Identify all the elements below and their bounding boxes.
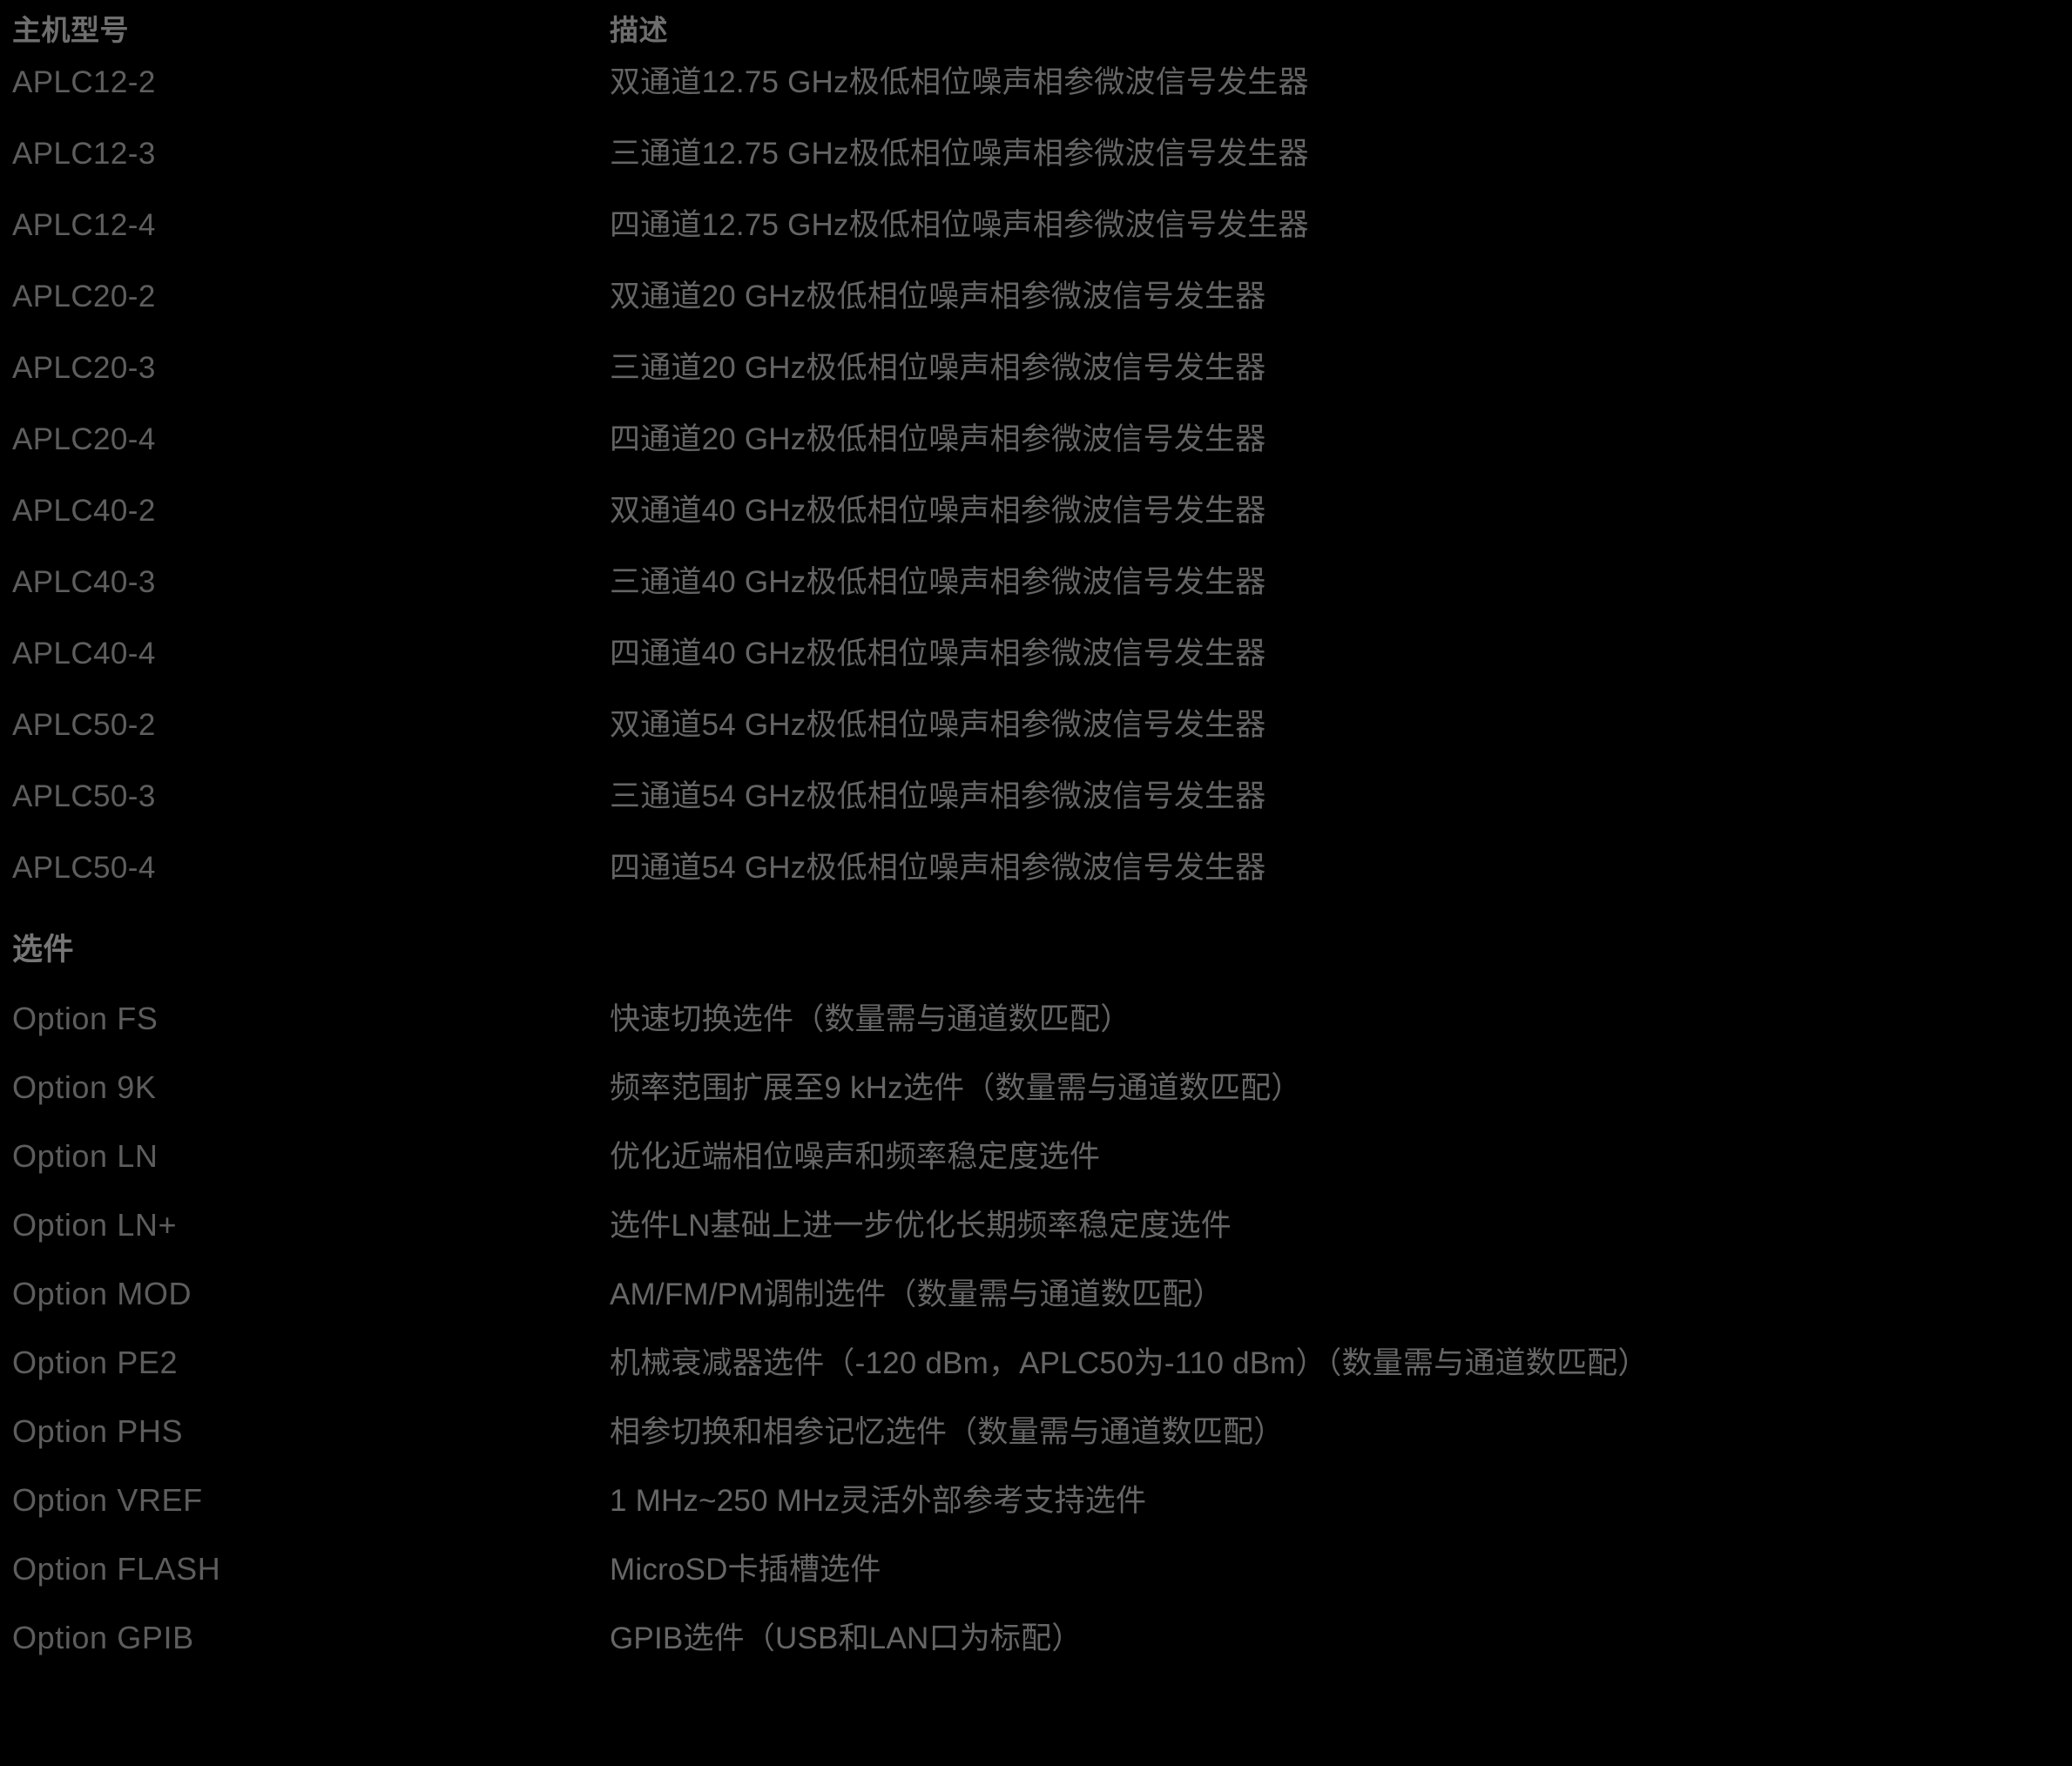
option-description-cell: AM/FM/PM调制选件（数量需与通道数匹配） (610, 1277, 1224, 1311)
model-number-cell: APLC12-3 (12, 137, 156, 171)
option-row: Option VREF 1 MHz~250 MHz灵活外部参考支持选件 (0, 1476, 2072, 1545)
options-section-title: 选件 (12, 933, 75, 967)
option-name-cell: Option MOD (12, 1276, 192, 1311)
option-description-cell: 频率范围扩展至9 kHz选件（数量需与通道数匹配） (610, 1071, 1302, 1105)
options-section-header: 选件 (0, 916, 2072, 994)
options-table: Option FS 快速切换选件（数量需与通道数匹配） Option 9K 频率范围扩… (0, 994, 2072, 1682)
table-row: APLC50-2 双通道54 GHz极低相位噪声相参微波信号发生器 (0, 700, 2072, 772)
table-row: APLC50-4 四通道54 GHz极低相位噪声相参微波信号发生器 (0, 843, 2072, 914)
model-description-cell: 四通道20 GHz极低相位噪声相参微波信号发生器 (610, 422, 1266, 456)
table-row: APLC12-4 四通道12.75 GHz极低相位噪声相参微波信号发生器 (0, 200, 2072, 272)
model-description-cell: 四通道12.75 GHz极低相位噪声相参微波信号发生器 (610, 208, 1309, 242)
option-description-cell: 1 MHz~250 MHz灵活外部参考支持选件 (610, 1484, 1147, 1518)
model-number-cell: APLC12-4 (12, 208, 156, 242)
option-row: Option FS 快速切换选件（数量需与通道数匹配） (0, 994, 2072, 1063)
column-header-model: 主机型号 (12, 14, 129, 46)
table-row: APLC40-3 三通道40 GHz极低相位噪声相参微波信号发生器 (0, 557, 2072, 629)
option-row: Option PE2 机械衰减器选件（-120 dBm，APLC50为-110 d… (0, 1338, 2072, 1407)
table-row: APLC50-3 三通道54 GHz极低相位噪声相参微波信号发生器 (0, 772, 2072, 843)
table-header-row: 主机型号 描述 (0, 0, 2072, 57)
option-name-cell: Option LN+ (12, 1207, 178, 1243)
option-row: Option LN 优化近端相位噪声和频率稳定度选件 (0, 1132, 2072, 1201)
option-description-cell: 选件LN基础上进一步优化长期频率稳定度选件 (610, 1209, 1232, 1243)
option-description-cell: MicroSD卡插槽选件 (610, 1553, 881, 1587)
table-row: APLC40-2 双通道40 GHz极低相位噪声相参微波信号发生器 (0, 486, 2072, 557)
model-description-cell: 双通道20 GHz极低相位噪声相参微波信号发生器 (610, 280, 1266, 313)
model-number-cell: APLC50-2 (12, 708, 156, 742)
product-spec-page: 主机型号 描述 APLC12-2 双通道12.75 GHz极低相位噪声相参微波信号… (0, 0, 2072, 1766)
model-number-cell: APLC40-3 (12, 565, 156, 599)
option-name-cell: Option PE2 (12, 1345, 179, 1380)
table-row: APLC20-4 四通道20 GHz极低相位噪声相参微波信号发生器 (0, 415, 2072, 486)
option-name-cell: Option 9K (12, 1069, 157, 1105)
option-row: Option MOD AM/FM/PM调制选件（数量需与通道数匹配） (0, 1270, 2072, 1338)
model-description-cell: 三通道12.75 GHz极低相位噪声相参微波信号发生器 (610, 137, 1309, 171)
table-row: APLC12-3 三通道12.75 GHz极低相位噪声相参微波信号发生器 (0, 129, 2072, 200)
table-row: APLC20-2 双通道20 GHz极低相位噪声相参微波信号发生器 (0, 272, 2072, 343)
option-name-cell: Option FLASH (12, 1551, 221, 1587)
model-number-cell: APLC50-3 (12, 779, 156, 813)
option-row: Option LN+ 选件LN基础上进一步优化长期频率稳定度选件 (0, 1201, 2072, 1270)
option-description-cell: 快速切换选件（数量需与通道数匹配） (610, 1002, 1131, 1036)
model-number-cell: APLC20-4 (12, 422, 156, 456)
option-row: Option PHS 相参切换和相参记忆选件（数量需与通道数匹配） (0, 1407, 2072, 1476)
option-row: Option GPIB GPIB选件（USB和LAN口为标配） (0, 1614, 2072, 1682)
option-name-cell: Option GPIB (12, 1620, 194, 1655)
option-description-cell: GPIB选件（USB和LAN口为标配） (610, 1621, 1083, 1655)
option-description-cell: 优化近端相位噪声和频率稳定度选件 (610, 1140, 1101, 1174)
model-number-cell: APLC40-2 (12, 494, 156, 528)
option-name-cell: Option LN (12, 1138, 159, 1174)
model-number-cell: APLC50-4 (12, 851, 156, 885)
option-row: Option FLASH MicroSD卡插槽选件 (0, 1545, 2072, 1614)
model-description-cell: 四通道40 GHz极低相位噪声相参微波信号发生器 (610, 637, 1266, 671)
model-description-cell: 三通道54 GHz极低相位噪声相参微波信号发生器 (610, 779, 1266, 813)
option-name-cell: Option PHS (12, 1413, 184, 1449)
model-number-cell: APLC40-4 (12, 637, 156, 671)
option-row: Option 9K 频率范围扩展至9 kHz选件（数量需与通道数匹配） (0, 1063, 2072, 1132)
table-row: APLC40-4 四通道40 GHz极低相位噪声相参微波信号发生器 (0, 629, 2072, 700)
option-description-cell: 相参切换和相参记忆选件（数量需与通道数匹配） (610, 1415, 1285, 1449)
model-description-cell: 双通道12.75 GHz极低相位噪声相参微波信号发生器 (610, 65, 1309, 99)
model-number-cell: APLC20-2 (12, 280, 156, 313)
column-header-description: 描述 (610, 14, 668, 46)
model-number-cell: APLC12-2 (12, 65, 156, 99)
model-description-cell: 双通道54 GHz极低相位噪声相参微波信号发生器 (610, 708, 1266, 742)
option-name-cell: Option FS (12, 1001, 159, 1036)
host-model-table: APLC12-2 双通道12.75 GHz极低相位噪声相参微波信号发生器 APLC1… (0, 57, 2072, 914)
model-description-cell: 三通道20 GHz极低相位噪声相参微波信号发生器 (610, 351, 1266, 385)
model-description-cell: 双通道40 GHz极低相位噪声相参微波信号发生器 (610, 494, 1266, 528)
model-description-cell: 三通道40 GHz极低相位噪声相参微波信号发生器 (610, 565, 1266, 599)
option-description-cell: 机械衰减器选件（-120 dBm，APLC50为-110 dBm）（数量需与通道… (610, 1346, 1649, 1380)
table-row: APLC20-3 三通道20 GHz极低相位噪声相参微波信号发生器 (0, 343, 2072, 415)
model-number-cell: APLC20-3 (12, 351, 156, 385)
table-row: APLC12-2 双通道12.75 GHz极低相位噪声相参微波信号发生器 (0, 57, 2072, 129)
model-description-cell: 四通道54 GHz极低相位噪声相参微波信号发生器 (610, 851, 1266, 885)
option-name-cell: Option VREF (12, 1482, 203, 1518)
